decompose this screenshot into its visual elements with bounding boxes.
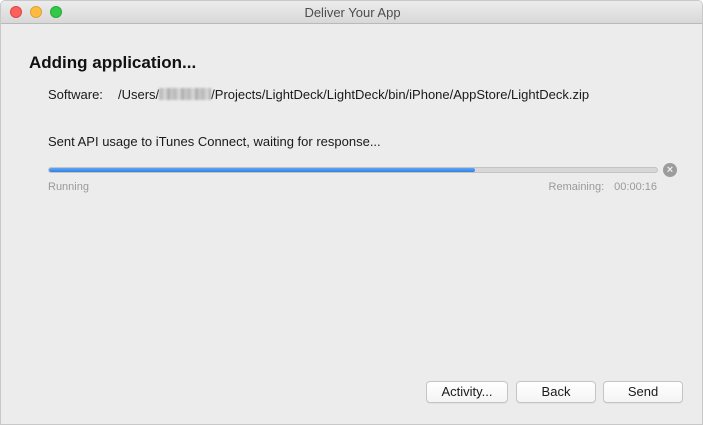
software-row: Software: /Users/ /Projects/LightDeck/Ligh…: [48, 87, 589, 102]
software-path-suffix: /Projects/LightDeck/LightDeck/bin/iPhone…: [211, 87, 590, 102]
software-path: /Users/ /Projects/LightDeck/LightDeck/bin…: [118, 87, 589, 102]
remaining-label: Remaining:: [548, 181, 605, 193]
cancel-progress-icon[interactable]: ×: [663, 163, 677, 177]
title-bar[interactable]: Deliver Your App: [1, 1, 702, 24]
progress-bar-fill: [49, 168, 475, 172]
page-title: Adding application...: [29, 53, 197, 72]
redacted-username: [159, 88, 212, 100]
window-title: Deliver Your App: [304, 5, 401, 20]
remaining-time-readout: Remaining: 00:00:16: [549, 181, 657, 193]
remaining-time: 00:00:16: [614, 181, 657, 193]
software-path-prefix: /Users/: [118, 87, 160, 102]
software-label: Software:: [48, 87, 103, 102]
activity-button[interactable]: Activity...: [426, 381, 508, 403]
progress-bar: [48, 167, 658, 173]
progress-state: Running: [48, 181, 89, 193]
status-message: Sent API usage to iTunes Connect, waitin…: [48, 134, 381, 149]
back-button[interactable]: Back: [516, 381, 596, 403]
deliver-app-window: Deliver Your App Adding application... S…: [0, 0, 703, 425]
send-button[interactable]: Send: [603, 381, 683, 403]
